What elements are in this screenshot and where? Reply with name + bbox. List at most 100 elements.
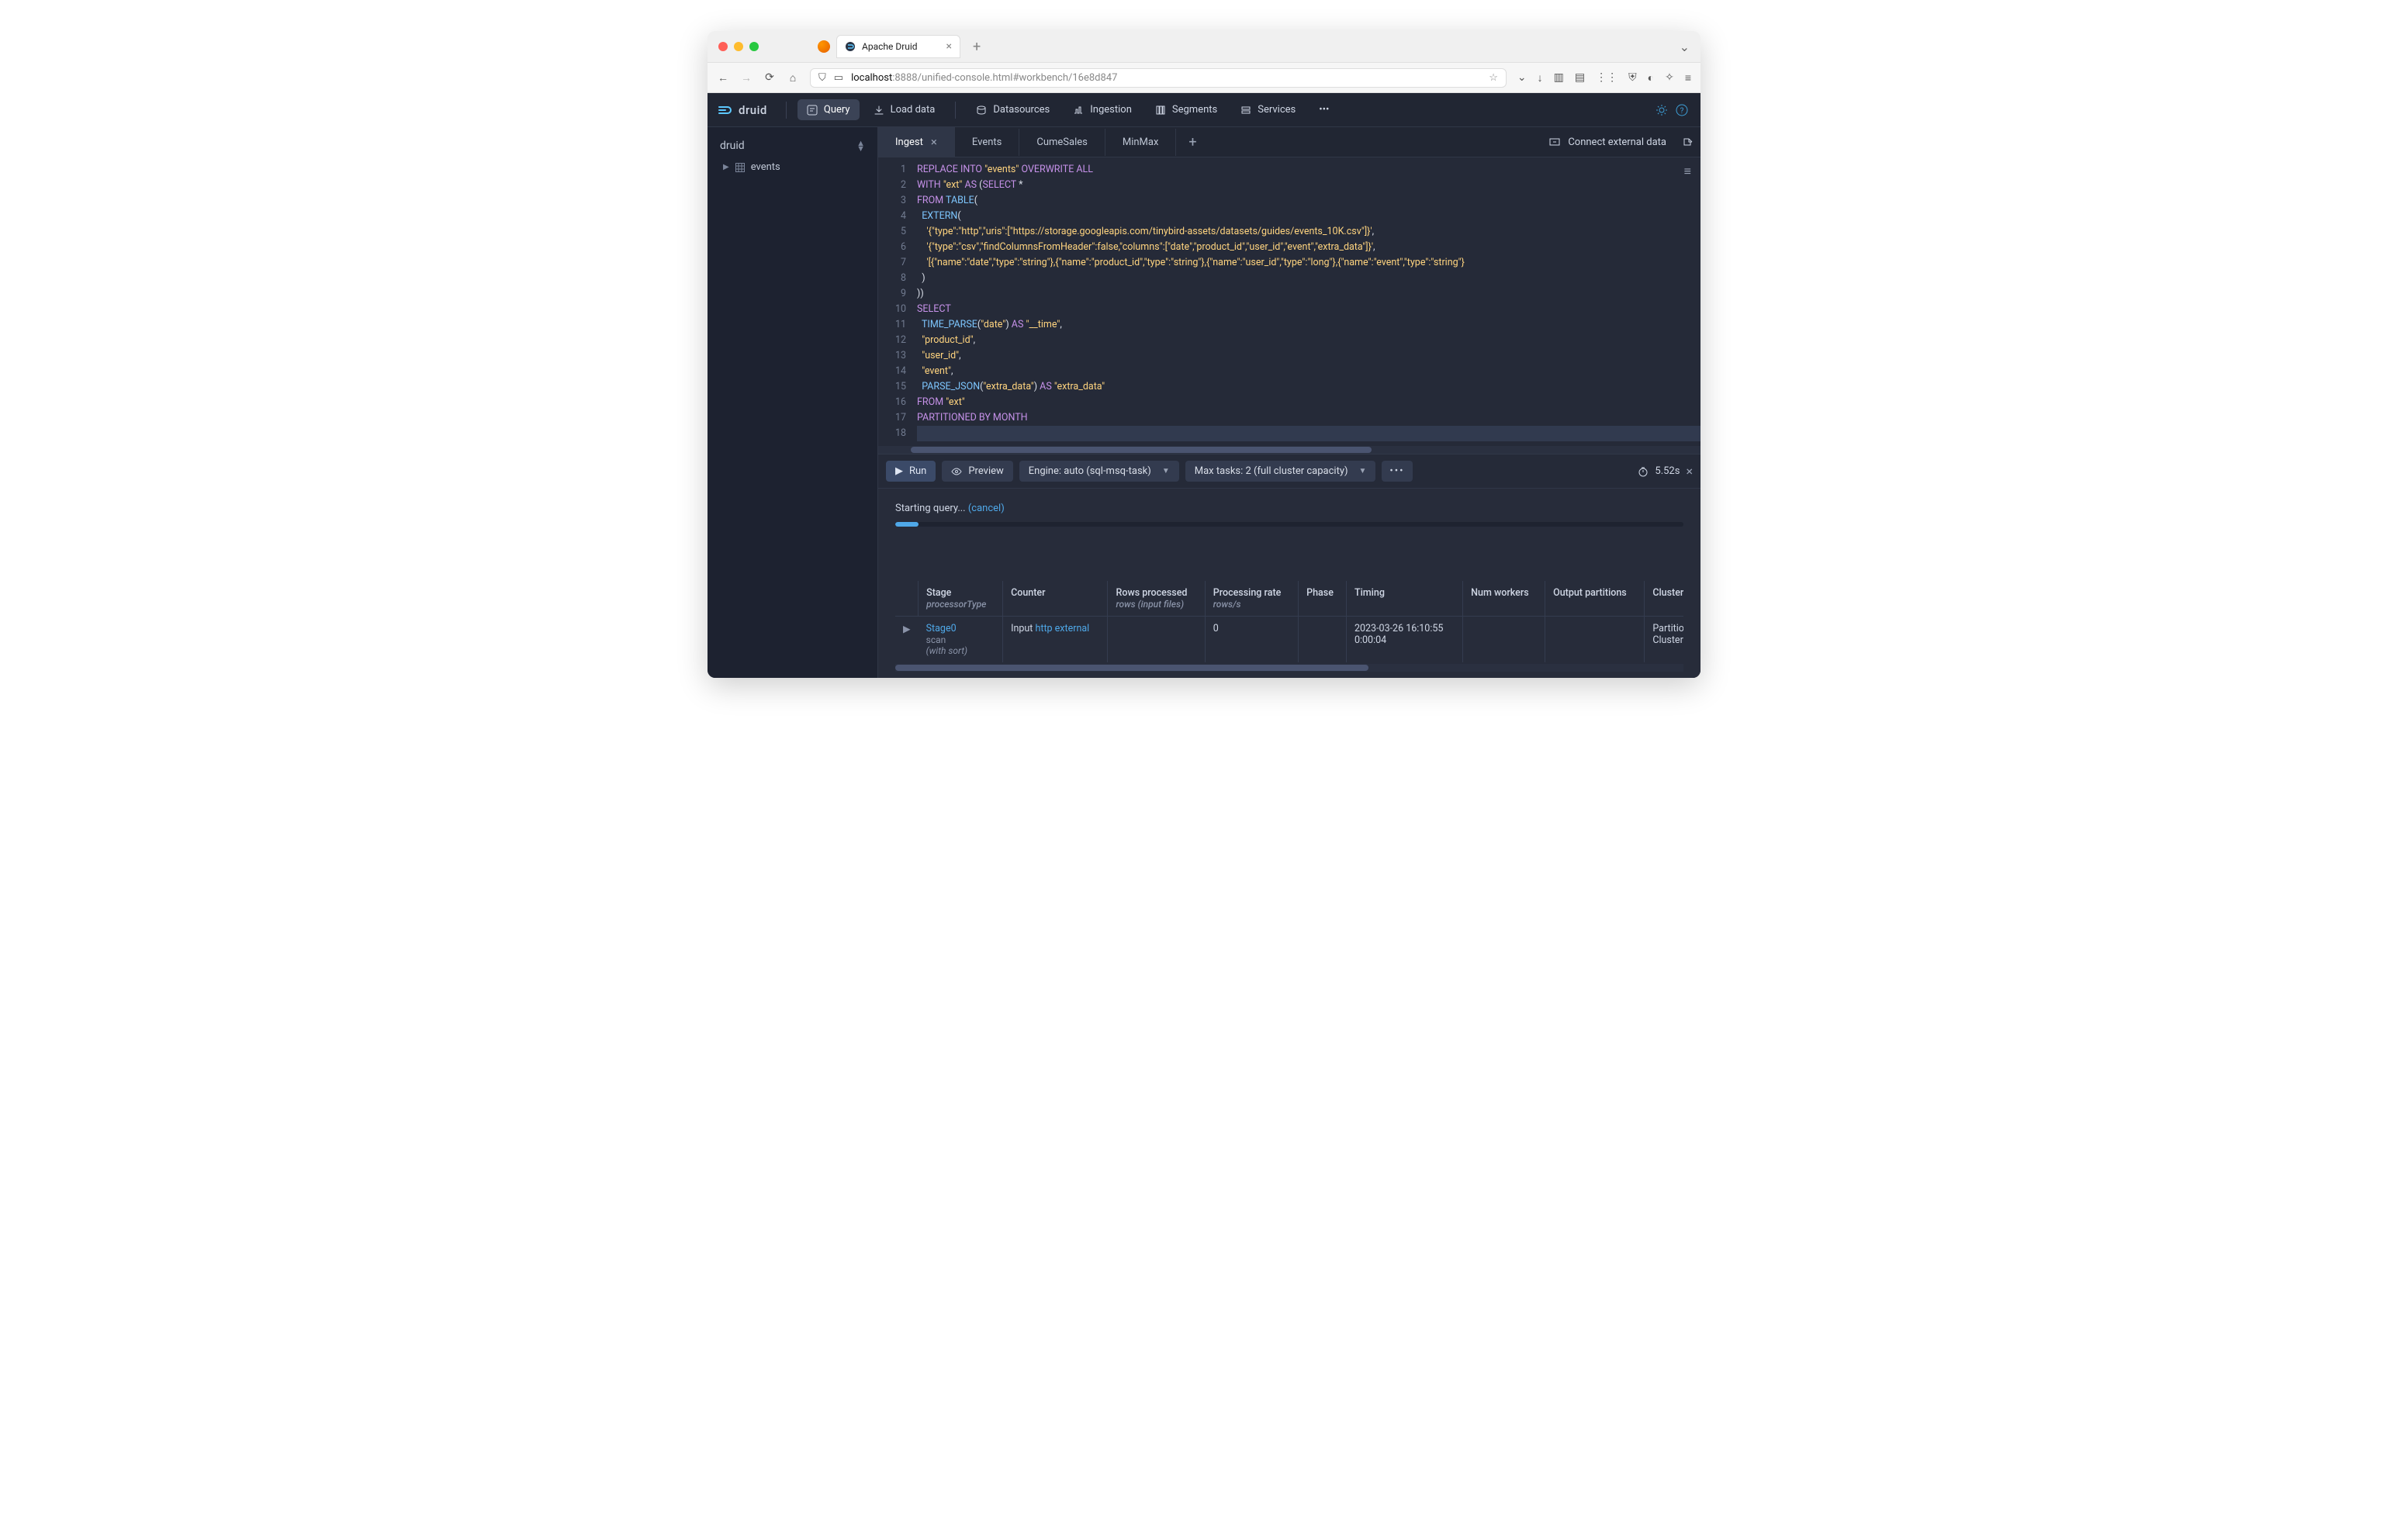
run-button[interactable]: ▶ Run <box>886 461 936 482</box>
new-tab-button[interactable]: + <box>967 39 987 55</box>
close-tab-icon[interactable]: × <box>946 40 952 53</box>
col-header: Output partitions <box>1545 581 1645 617</box>
play-icon: ▶ <box>895 465 903 477</box>
bookmark-star-icon[interactable]: ☆ <box>1489 72 1498 84</box>
sidebar-header[interactable]: druid ▲▼ <box>714 135 871 157</box>
col-header: Timing <box>1346 581 1462 617</box>
ublock-icon[interactable]: ⛨ <box>1628 71 1637 85</box>
sidebar: druid ▲▼ ▶ events <box>708 127 878 678</box>
library-icon[interactable]: ▥ <box>1554 71 1564 85</box>
cell-timing: 2023-03-26 16:10:55 0:00:04 <box>1346 617 1462 663</box>
cell-counter: Input http external <box>1003 617 1108 663</box>
url-path: :8888/unified-console.html#workbench/16e… <box>892 72 1117 84</box>
shield-icon: ⛉ <box>818 72 826 84</box>
editor-menu-icon[interactable]: ≡ <box>1684 164 1691 179</box>
nav-load-data[interactable]: Load data <box>864 99 945 120</box>
col-header: Num workers <box>1463 581 1545 617</box>
nav-datasources[interactable]: Datasources <box>967 99 1059 120</box>
ingestion-icon <box>1073 105 1084 116</box>
nav-query[interactable]: Query <box>797 99 860 120</box>
import-icon <box>1682 137 1693 147</box>
code-area[interactable]: REPLACE INTO "events" OVERWRITE ALLWITH … <box>912 157 1700 446</box>
pocket-icon[interactable]: ⌄ <box>1517 71 1527 85</box>
tab-label: MinMax <box>1123 137 1159 148</box>
tab-events[interactable]: Events <box>955 129 1019 156</box>
stage-table: StageprocessorTypeCounterRows processedr… <box>895 581 1683 662</box>
tree-item-label: events <box>751 161 780 173</box>
tab-dropdown-icon[interactable]: ⌄ <box>1680 40 1690 54</box>
nav-services[interactable]: Services <box>1231 99 1305 120</box>
tab-minmax[interactable]: MinMax <box>1105 129 1177 156</box>
line-gutter: 123456789101112131415161718 <box>878 157 912 446</box>
nav-label: Query <box>824 104 850 116</box>
cell-cluster: Partition by Cluster by: <box>1645 617 1683 663</box>
import-button[interactable] <box>1674 137 1700 147</box>
cell-phase <box>1299 617 1347 663</box>
sql-editor[interactable]: ≡ 123456789101112131415161718 REPLACE IN… <box>878 157 1700 446</box>
max-tasks-select[interactable]: Max tasks: 2 (full cluster capacity) ▼ <box>1185 461 1376 482</box>
status-text: Starting query... <box>895 503 966 514</box>
editor-hscrollbar[interactable] <box>878 446 1700 454</box>
scrollbar-thumb[interactable] <box>911 447 1372 453</box>
home-button[interactable]: ⌂ <box>787 71 799 85</box>
cancel-link[interactable]: (cancel) <box>968 503 1005 514</box>
cell-rate: 0 <box>1205 617 1298 663</box>
close-tab-icon[interactable]: × <box>931 135 937 149</box>
nav-ingestion[interactable]: Ingestion <box>1064 99 1141 120</box>
connect-external-data-button[interactable]: Connect external data <box>1541 137 1674 148</box>
nav-more[interactable]: ••• <box>1310 99 1338 120</box>
preview-button[interactable]: Preview <box>942 461 1012 482</box>
extensions-icon[interactable]: ✧ <box>1665 71 1674 85</box>
maximize-window-button[interactable] <box>749 42 759 51</box>
stage-hscrollbar[interactable] <box>895 664 1683 672</box>
cell-workers <box>1463 617 1545 663</box>
tab-label: Events <box>972 137 1002 148</box>
tab-ingest[interactable]: Ingest × <box>878 127 955 157</box>
elapsed-value: 5.52s <box>1655 465 1680 477</box>
expand-row-icon[interactable]: ▶ <box>895 617 919 663</box>
stopwatch-icon <box>1638 466 1649 477</box>
ext1-icon[interactable]: ⋮⋮ <box>1596 71 1617 85</box>
settings-button[interactable] <box>1656 104 1671 116</box>
nav-label: Load data <box>891 104 936 116</box>
reader-icon[interactable]: ▤ <box>1575 71 1585 85</box>
scrollbar-thumb[interactable] <box>895 665 1368 671</box>
top-nav: druid Query Load data Datasources Ingest… <box>708 93 1700 127</box>
browser-tab[interactable]: Apache Druid × <box>836 35 960 58</box>
cell-rows <box>1108 617 1205 663</box>
query-tabbar: Ingest × Events CumeSales MinMax + Conne… <box>878 127 1700 157</box>
counter-link[interactable]: http external <box>1035 623 1089 634</box>
add-tab-button[interactable]: + <box>1176 134 1209 150</box>
cell-stage: Stage0 scan (with sort) <box>919 617 1003 663</box>
forward-button[interactable]: → <box>740 71 752 85</box>
help-button[interactable]: ? <box>1676 104 1691 116</box>
nav-segments[interactable]: Segments <box>1146 99 1226 120</box>
minimize-window-button[interactable] <box>734 42 743 51</box>
sort-icon[interactable]: ▲▼ <box>856 140 865 151</box>
more-options-button[interactable]: ••• <box>1382 461 1412 482</box>
ext3-icon[interactable]: ◐ <box>1648 71 1654 85</box>
tree-item-events[interactable]: ▶ events <box>714 157 871 178</box>
connect-icon <box>1549 137 1560 147</box>
close-window-button[interactable] <box>718 42 728 51</box>
tab-label: CumeSales <box>1036 137 1087 148</box>
run-label: Run <box>909 465 926 477</box>
engine-select[interactable]: Engine: auto (sql-msq-task) ▼ <box>1019 461 1179 482</box>
url-host: localhost <box>851 72 892 84</box>
datasources-icon <box>976 105 987 116</box>
app-menu-icon[interactable]: ≡ <box>1685 71 1691 85</box>
col-header: Phase <box>1299 581 1347 617</box>
help-icon: ? <box>1676 104 1688 116</box>
table-icon <box>735 163 745 172</box>
firefox-icon <box>818 40 830 53</box>
logo[interactable]: druid <box>717 102 767 119</box>
nav-label: Ingestion <box>1090 104 1132 116</box>
downloads-icon[interactable]: ↓ <box>1538 71 1543 85</box>
col-header: Counter <box>1003 581 1108 617</box>
back-button[interactable]: ← <box>717 71 729 85</box>
dismiss-timer-icon[interactable]: × <box>1686 464 1693 479</box>
url-input[interactable]: ⛉ ▭ localhost:8888/unified-console.html#… <box>810 68 1507 88</box>
reload-button[interactable]: ⟳ <box>763 71 776 84</box>
tab-cumesales[interactable]: CumeSales <box>1019 129 1105 156</box>
address-bar: ← → ⟳ ⌂ ⛉ ▭ localhost:8888/unified-conso… <box>708 62 1700 93</box>
